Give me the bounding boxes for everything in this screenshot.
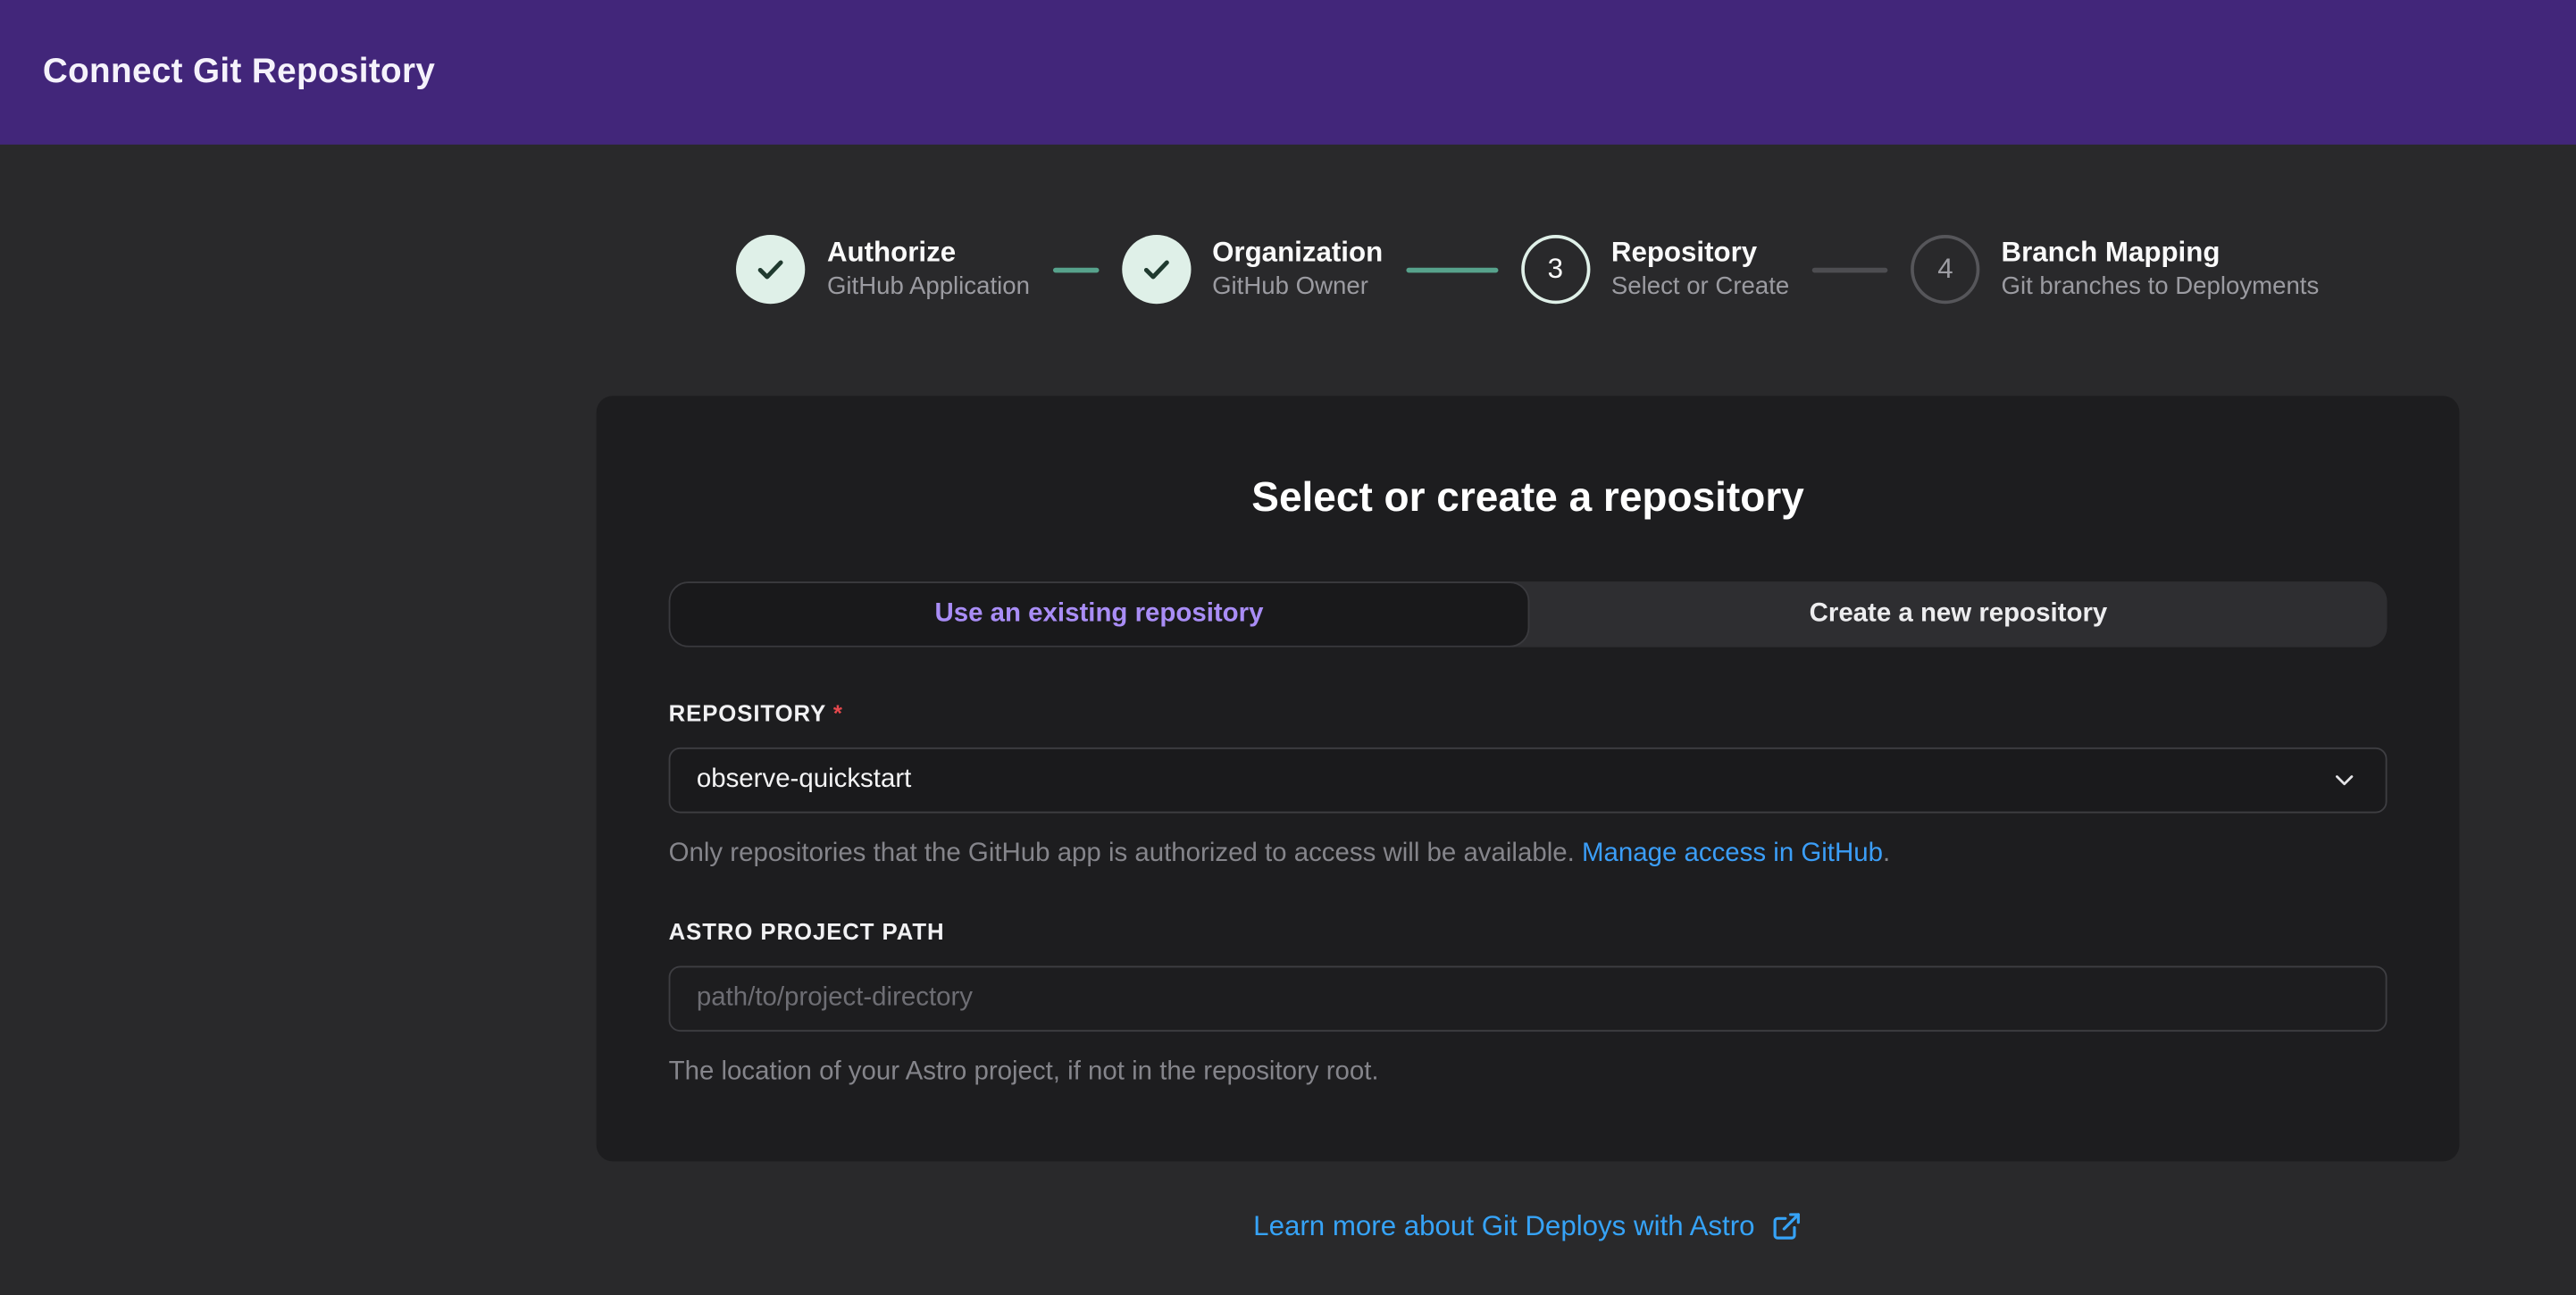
stepper: Authorize GitHub Application Organizatio…: [597, 235, 2460, 304]
step-branch-mapping-circle: 4: [1911, 235, 1979, 304]
step-number: 4: [1937, 253, 1953, 286]
step-text: Branch Mapping Git branches to Deploymen…: [2001, 235, 2319, 303]
project-path-input[interactable]: [669, 966, 2388, 1032]
footer: Learn more about Git Deploys with Astro: [597, 1210, 2460, 1243]
step-label: Branch Mapping: [2001, 235, 2319, 270]
step-authorize: Authorize GitHub Application: [737, 235, 1030, 304]
step-label: Repository: [1611, 235, 1789, 270]
project-path-field: ASTRO PROJECT PATH The location of your …: [669, 919, 2388, 1092]
step-sublabel: GitHub Owner: [1212, 271, 1383, 304]
repository-field: REPOSITORY * observe-quickstart Only rep…: [669, 700, 2388, 873]
step-sublabel: Select or Create: [1611, 271, 1789, 304]
repository-select[interactable]: observe-quickstart: [669, 748, 2388, 814]
project-path-label: ASTRO PROJECT PATH: [669, 919, 2388, 945]
learn-more-link-label: Learn more about Git Deploys with Astro: [1253, 1210, 1754, 1243]
project-path-help-text: The location of your Astro project, if n…: [669, 1056, 2388, 1092]
main-content: Authorize GitHub Application Organizatio…: [0, 235, 2576, 1243]
check-icon: [755, 253, 788, 286]
step-connector-complete: [1053, 267, 1100, 272]
card-title: Select or create a repository: [669, 475, 2388, 522]
step-label: Authorize: [827, 235, 1030, 270]
page-title: Connect Git Repository: [43, 53, 435, 92]
tab-new-repository[interactable]: Create a new repository: [1529, 581, 2387, 648]
manage-access-link[interactable]: Manage access in GitHub: [1582, 840, 1883, 867]
learn-more-link[interactable]: Learn more about Git Deploys with Astro: [1253, 1210, 1802, 1243]
repository-help-text: Only repositories that the GitHub app is…: [669, 836, 2388, 873]
step-connector-upcoming: [1812, 267, 1888, 272]
step-branch-mapping: 4 Branch Mapping Git branches to Deploym…: [1911, 235, 2319, 304]
repository-select-value: observe-quickstart: [697, 765, 911, 795]
step-connector-complete: [1406, 267, 1498, 272]
step-text: Organization GitHub Owner: [1212, 235, 1383, 303]
step-label: Organization: [1212, 235, 1383, 270]
chevron-down-icon: [2329, 765, 2359, 795]
step-number: 3: [1548, 253, 1563, 286]
external-link-icon: [1771, 1211, 1802, 1242]
step-repository: 3 Repository Select or Create: [1521, 235, 1790, 304]
step-organization-complete-circle: [1122, 235, 1191, 304]
step-authorize-complete-circle: [737, 235, 806, 304]
step-sublabel: Git branches to Deployments: [2001, 271, 2319, 304]
repository-help-text-suffix: .: [1883, 840, 1890, 867]
step-repository-current-circle: 3: [1521, 235, 1590, 304]
header: Connect Git Repository: [0, 0, 2576, 145]
required-asterisk: *: [833, 700, 843, 726]
step-sublabel: GitHub Application: [827, 271, 1030, 304]
content-column: Authorize GitHub Application Organizatio…: [597, 235, 2460, 1243]
repository-label-text: REPOSITORY: [669, 700, 826, 726]
step-text: Authorize GitHub Application: [827, 235, 1030, 303]
step-text: Repository Select or Create: [1611, 235, 1789, 303]
repository-mode-tabs: Use an existing repository Create a new …: [669, 581, 2388, 648]
repository-help-text-body: Only repositories that the GitHub app is…: [669, 840, 1575, 867]
repository-label: REPOSITORY *: [669, 700, 2388, 726]
check-icon: [1140, 253, 1173, 286]
repository-card: Select or create a repository Use an exi…: [597, 396, 2460, 1161]
tab-existing-repository[interactable]: Use an existing repository: [669, 581, 1530, 648]
step-organization: Organization GitHub Owner: [1122, 235, 1383, 304]
app-window: Connect Git Repository Authorize GitHub …: [0, 0, 2576, 1294]
